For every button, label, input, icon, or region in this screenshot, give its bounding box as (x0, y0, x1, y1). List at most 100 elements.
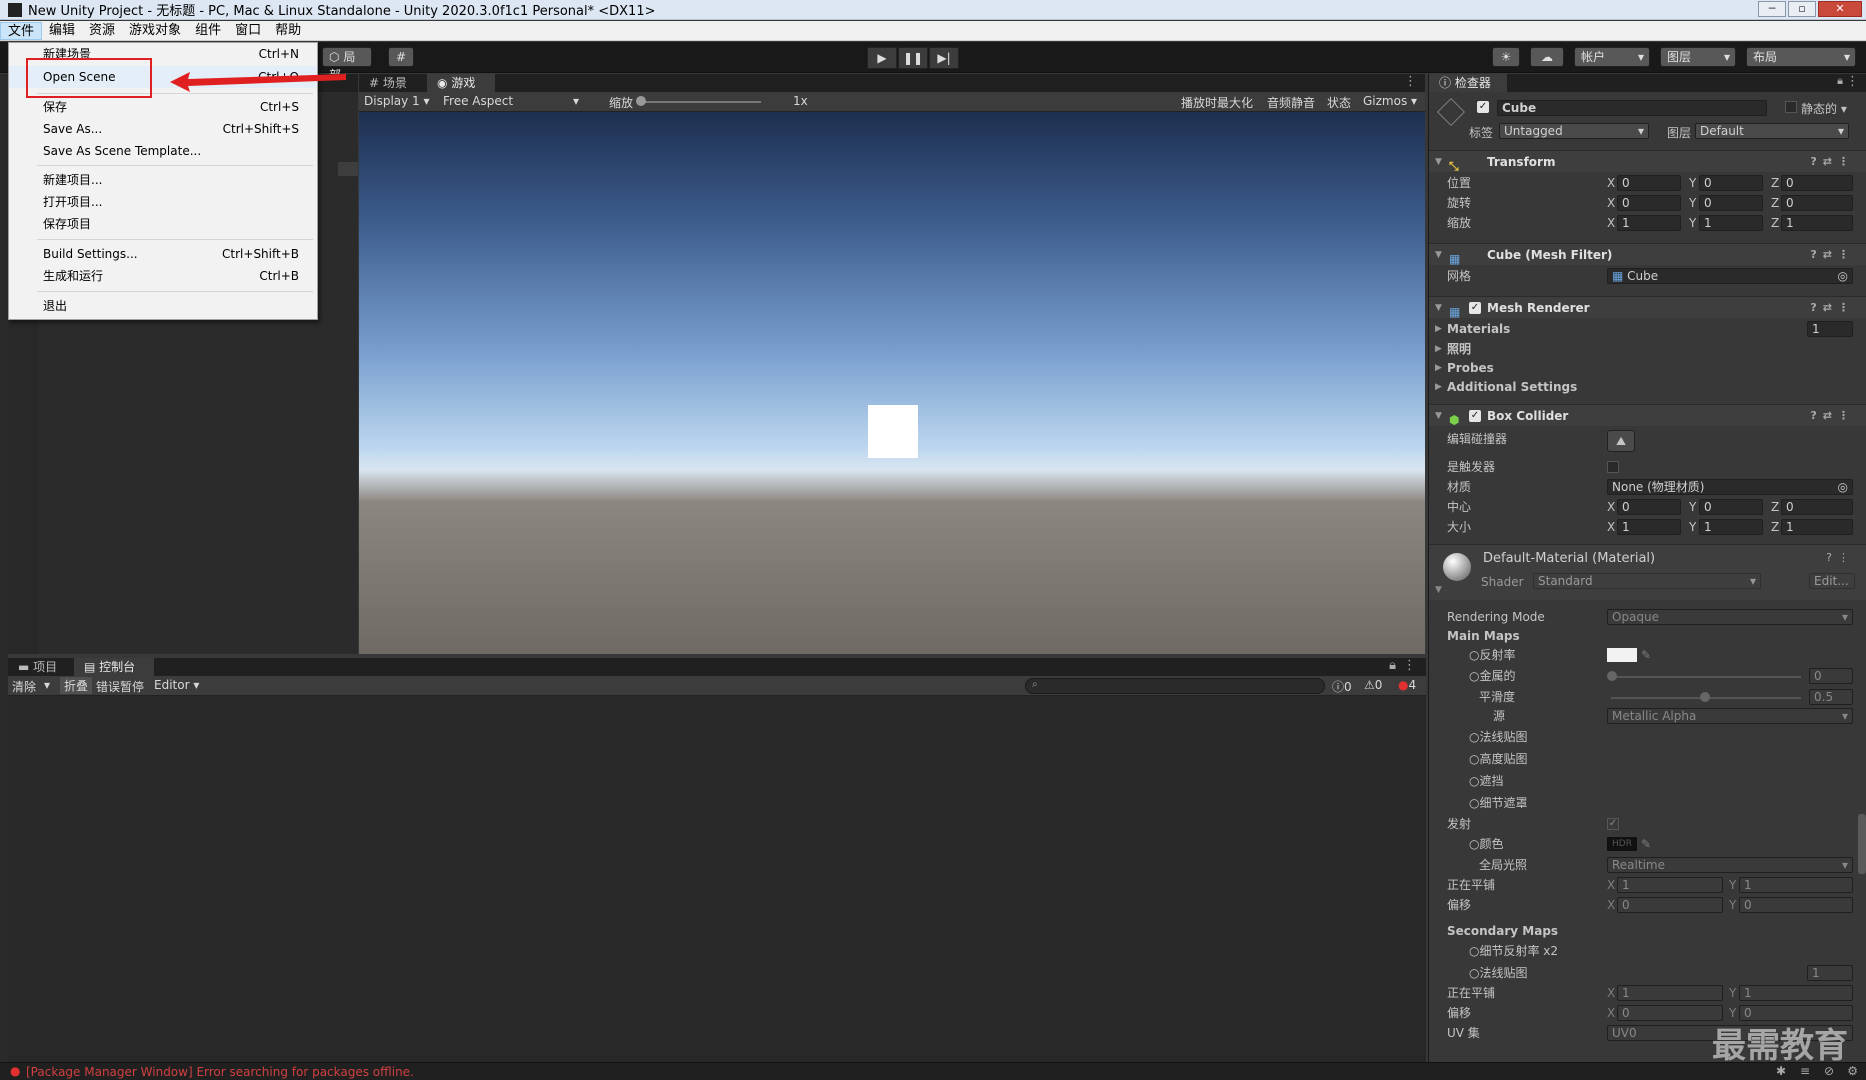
gizmos-dropdown[interactable]: Gizmos ▾ (1363, 94, 1417, 108)
lock-icon[interactable]: 🔒︎ (1389, 658, 1396, 673)
panel-menu-icon[interactable]: ⋮ (1403, 658, 1416, 673)
menu-item-open-project[interactable]: 打开项目... (9, 191, 317, 213)
source-dropdown[interactable]: Metallic Alpha ▾ (1607, 708, 1853, 724)
rotation-z-field[interactable]: 0 (1781, 195, 1853, 211)
secondary-offset-x-field[interactable]: 0 (1617, 1005, 1723, 1021)
menu-item-build-and-run[interactable]: 生成和运行 Ctrl+B (9, 265, 317, 287)
log-filter-toggle[interactable]: ⓘ0 (1332, 678, 1352, 695)
size-z-field[interactable]: 1 (1781, 519, 1853, 535)
object-picker-icon[interactable]: ◎ (1838, 480, 1848, 494)
center-y-field[interactable]: 0 (1699, 499, 1763, 515)
occlusion-label[interactable]: ○遮挡 (1469, 772, 1504, 790)
smoothness-slider-thumb[interactable] (1700, 692, 1710, 702)
smoothness-value-field[interactable]: 0.5 (1809, 689, 1853, 705)
transform-header[interactable]: ▼ ⤡ Transform ?⇄⋮ (1429, 150, 1866, 173)
menu-gameobject[interactable]: 游戏对象 (122, 22, 188, 40)
offset-x-field[interactable]: 0 (1617, 897, 1723, 913)
grid-snap-button[interactable]: # (388, 47, 414, 67)
tab-scene[interactable]: # 场景 (359, 74, 425, 92)
mesh-renderer-header[interactable]: ▼ ▦ ✓ Mesh Renderer ?⇄⋮ (1429, 296, 1866, 319)
tab-inspector[interactable]: ⓘ 检查器 (1429, 74, 1507, 92)
layers-dropdown[interactable]: 图层 ▾ (1660, 47, 1736, 67)
is-trigger-checkbox[interactable] (1607, 461, 1619, 473)
menu-item-build-settings[interactable]: Build Settings... Ctrl+Shift+B (9, 243, 317, 265)
object-picker-icon[interactable]: ◎ (1838, 269, 1848, 283)
panel-menu-icon[interactable]: ⋮ (1846, 74, 1859, 89)
offset-y-field[interactable]: 0 (1739, 897, 1853, 913)
display-dropdown[interactable]: Display 1 ▾ (364, 94, 430, 108)
menu-edit[interactable]: 编辑 (42, 22, 82, 40)
rendering-mode-dropdown[interactable]: Opaque ▾ (1607, 609, 1853, 625)
metallic-value-field[interactable]: 0 (1809, 668, 1853, 684)
tab-console[interactable]: ▤ 控制台 (74, 658, 154, 676)
shader-edit-button[interactable]: Edit... (1809, 573, 1855, 589)
menu-item-new-project[interactable]: 新建项目... (9, 169, 317, 191)
menu-item-save-project[interactable]: 保存项目 (9, 213, 317, 235)
account-dropdown[interactable]: 帐户 ▾ (1574, 47, 1650, 67)
console-search-input[interactable]: ⌕ (1025, 678, 1325, 694)
play-button[interactable]: ▶ (867, 47, 897, 69)
cloud-button[interactable]: ☁ (1530, 47, 1564, 67)
tiling-x-field[interactable]: 1 (1617, 877, 1723, 893)
inspector-scrollbar-thumb[interactable] (1858, 814, 1866, 874)
status-message[interactable]: [Package Manager Window] Error searching… (26, 1065, 414, 1079)
probes-foldout[interactable]: ▶ Probes (1429, 359, 1866, 377)
scale-x-field[interactable]: 1 (1617, 215, 1681, 231)
metallic-slider-track[interactable] (1611, 676, 1801, 678)
pause-button[interactable]: ❚❚ (898, 47, 928, 69)
eyedropper-icon[interactable]: ✎ (1641, 646, 1651, 664)
maximize-button[interactable]: ▫ (1788, 1, 1816, 17)
shader-dropdown[interactable]: Standard ▾ (1533, 573, 1761, 589)
detail-mask-label[interactable]: ○细节遮罩 (1469, 794, 1528, 812)
layer-dropdown[interactable]: Default ▾ (1695, 123, 1849, 139)
center-x-field[interactable]: 0 (1617, 499, 1681, 515)
metallic-label[interactable]: ○金属的 (1469, 667, 1516, 685)
rotation-y-field[interactable]: 0 (1699, 195, 1763, 211)
emission-checkbox[interactable]: ✓ (1607, 818, 1619, 830)
aspect-dropdown[interactable]: Free Aspect ▾ (443, 94, 579, 108)
menu-window[interactable]: 窗口 (228, 22, 268, 40)
secondary-tiling-x-field[interactable]: 1 (1617, 985, 1723, 1001)
menu-assets[interactable]: 资源 (82, 22, 122, 40)
panel-menu-icon[interactable]: ⋮ (1404, 74, 1417, 89)
tab-project[interactable]: ▬ 项目 (8, 658, 72, 676)
game-viewport[interactable] (359, 112, 1425, 654)
object-name-field[interactable]: Cube (1497, 100, 1767, 116)
component-tools-icon[interactable]: ?⇄⋮ (1810, 244, 1855, 266)
mute-audio-toggle[interactable]: 音频静音 (1267, 94, 1315, 111)
active-checkbox[interactable]: ✓ (1477, 101, 1489, 113)
position-y-field[interactable]: 0 (1699, 175, 1763, 191)
lock-icon[interactable]: 🔒︎ (1837, 74, 1843, 88)
collab-button[interactable]: ☀ (1492, 47, 1520, 67)
additional-settings-foldout[interactable]: ▶ Additional Settings (1429, 378, 1866, 396)
materials-foldout[interactable]: ▶ Materials 1 (1429, 320, 1866, 338)
albedo-color-swatch[interactable] (1607, 648, 1637, 662)
lighting-foldout[interactable]: ▶ 照明 (1429, 340, 1866, 358)
close-button[interactable]: ✕ (1818, 1, 1862, 17)
mesh-filter-header[interactable]: ▼ ▦ Cube (Mesh Filter) ?⇄⋮ (1429, 243, 1866, 266)
menu-file[interactable]: 文件 (0, 21, 43, 40)
static-label[interactable]: 静态的 ▾ (1801, 100, 1847, 117)
collapse-toggle[interactable]: 折叠 (60, 677, 93, 694)
detail-albedo-label[interactable]: ○细节反射率 x2 (1469, 942, 1558, 960)
error-filter-toggle[interactable]: ●4 (1398, 678, 1416, 692)
menu-item-save-as[interactable]: Save As... Ctrl+Shift+S (9, 118, 317, 140)
metallic-slider-thumb[interactable] (1607, 671, 1617, 681)
component-tools-icon[interactable]: ?⇄⋮ (1810, 405, 1855, 427)
position-x-field[interactable]: 0 (1617, 175, 1681, 191)
dropdown-arrow-icon[interactable]: ▾ (44, 678, 50, 692)
rotation-x-field[interactable]: 0 (1617, 195, 1681, 211)
albedo-label[interactable]: ○反射率 (1469, 646, 1516, 664)
scale-z-field[interactable]: 1 (1781, 215, 1853, 231)
box-collider-header[interactable]: ▼ ⬢ ✓ Box Collider ?⇄⋮ (1429, 404, 1866, 427)
clear-button[interactable]: 清除 (12, 678, 36, 695)
warning-filter-toggle[interactable]: ⚠0 (1364, 678, 1382, 692)
editor-dropdown[interactable]: Editor ▾ (154, 678, 199, 692)
emission-color-label[interactable]: ○颜色 (1469, 835, 1504, 853)
hierarchy-selected-row[interactable] (338, 162, 358, 176)
error-pause-toggle[interactable]: 错误暂停 (96, 678, 144, 695)
center-z-field[interactable]: 0 (1781, 499, 1853, 515)
secondary-normal-label[interactable]: ○法线贴图 (1469, 964, 1528, 982)
mesh-renderer-enabled-checkbox[interactable]: ✓ (1469, 302, 1481, 314)
component-tools-icon[interactable]: ?⇄⋮ (1810, 151, 1855, 173)
